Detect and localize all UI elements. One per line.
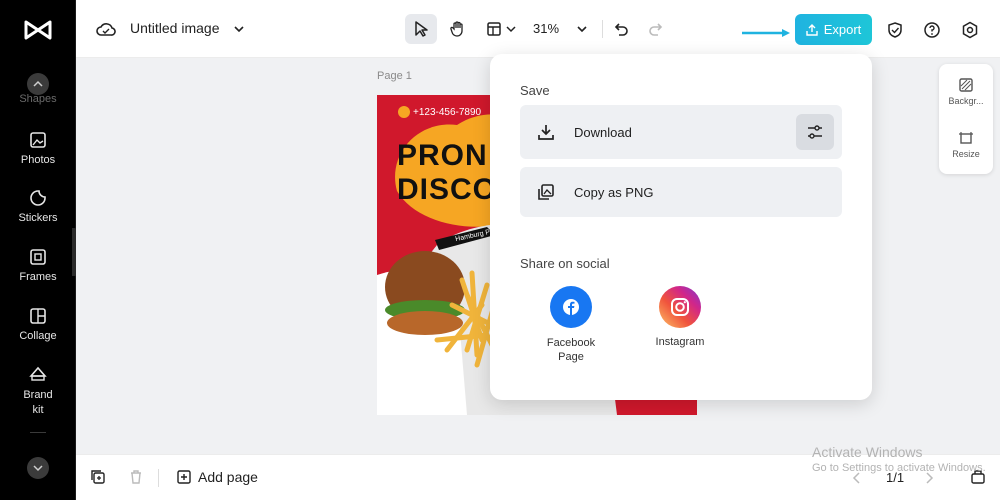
layout-icon (487, 22, 501, 36)
instagram-glyph (671, 298, 689, 316)
arrow-pointer-icon (742, 29, 790, 37)
scroll-up-button[interactable] (27, 73, 49, 95)
pointer-icon (415, 21, 428, 37)
top-toolbar: Untitled image 31% Export (76, 0, 1000, 58)
select-tool-button[interactable] (405, 14, 437, 44)
sidebar-item-label: Shapes (19, 93, 57, 105)
share-instagram[interactable]: Instagram (635, 286, 725, 348)
instagram-icon (659, 286, 701, 328)
frame-icon (30, 249, 46, 265)
left-sidebar: Shapes Photos Stickers Frames Collage Br… (0, 0, 76, 500)
zoom-level[interactable]: 31% (533, 21, 559, 36)
duplicate-page-icon[interactable] (90, 469, 106, 485)
settings-icon[interactable] (961, 21, 979, 39)
chevron-down-icon (506, 26, 516, 33)
right-tool-panel: Backgr... Resize (939, 64, 993, 174)
scroll-down-button[interactable] (27, 457, 49, 479)
chevron-down-icon (33, 465, 43, 472)
export-popup: Save Download Copy as PNG Share on socia… (490, 54, 872, 400)
poster-phone: +123-456-7890 (413, 107, 482, 118)
sidebar-item-stickers[interactable]: Stickers (0, 188, 76, 224)
copy-as-png-option[interactable]: Copy as PNG (520, 167, 842, 217)
sidebar-item-label: Collage (19, 330, 57, 342)
facebook-icon (550, 286, 592, 328)
photo-icon (30, 132, 46, 148)
background-tool[interactable]: Backgr... (939, 77, 993, 106)
resize-label: Resize (952, 149, 980, 159)
sidebar-divider (30, 432, 46, 433)
sidebar-item-collage[interactable]: Collage (0, 306, 76, 342)
help-icon[interactable] (923, 21, 941, 39)
undo-icon[interactable] (613, 21, 629, 37)
trash-icon[interactable] (128, 469, 144, 485)
bottom-divider (158, 469, 159, 487)
page-label: Page 1 (377, 70, 412, 82)
chevron-up-icon (33, 80, 43, 87)
add-page-label: Add page (198, 469, 258, 485)
download-option[interactable]: Download (520, 105, 842, 159)
instagram-label: Instagram (655, 336, 705, 348)
background-label: Backgr... (948, 96, 984, 106)
add-page-icon (177, 470, 191, 484)
layout-dropdown-button[interactable] (480, 14, 522, 44)
redo-icon[interactable] (648, 21, 664, 37)
windows-watermark-title: Activate Windows (812, 444, 923, 460)
sidebar-item-photos[interactable]: Photos (0, 130, 76, 166)
download-label: Download (574, 124, 632, 140)
bottom-bar: Add page 1/1 (76, 454, 1000, 500)
sidebar-item-label: Photos (20, 154, 56, 166)
title-chevron-down-icon[interactable] (233, 24, 245, 34)
sidebar-item-shapes[interactable]: Shapes (0, 93, 76, 105)
download-icon (538, 125, 554, 140)
share-heading: Share on social (520, 256, 610, 271)
document-title[interactable]: Untitled image (130, 20, 220, 36)
sidebar-item-label: Stickers (18, 212, 58, 224)
cloud-sync-icon[interactable] (96, 20, 116, 38)
save-heading: Save (520, 83, 550, 98)
sidebar-item-label: Brand kit (23, 389, 53, 416)
windows-watermark-subtitle: Go to Settings to activate Windows. (812, 462, 986, 474)
collage-icon (30, 308, 46, 324)
background-icon (959, 78, 973, 92)
resize-tool[interactable]: Resize (939, 130, 993, 159)
export-label: Export (823, 22, 862, 37)
sidebar-item-frames[interactable]: Frames (0, 247, 76, 283)
sliders-icon (808, 125, 822, 139)
brand-kit-icon (29, 366, 47, 381)
add-page-button[interactable]: Add page (176, 469, 258, 485)
sidebar-item-label: Frames (19, 271, 57, 283)
facebook-f-glyph (563, 299, 579, 315)
sticker-icon (30, 190, 46, 206)
hand-icon (450, 21, 463, 37)
capcut-logo-icon (24, 20, 52, 40)
share-facebook-page[interactable]: Facebook Page (526, 286, 616, 364)
toolbar-divider (602, 20, 603, 38)
copy-image-icon (538, 184, 554, 200)
hand-tool-button[interactable] (442, 14, 474, 44)
poster-headline-1: PRON (397, 139, 488, 172)
copy-as-png-label: Copy as PNG (574, 184, 654, 200)
download-settings-button[interactable] (796, 114, 834, 150)
facebook-label: Facebook Page (546, 337, 596, 363)
export-button[interactable]: Export (795, 14, 872, 45)
upload-icon (806, 23, 818, 36)
shield-icon[interactable] (886, 21, 904, 39)
zoom-chevron-down-icon[interactable] (576, 24, 588, 34)
resize-icon (959, 132, 973, 144)
sidebar-item-brand-kit[interactable]: Brand kit (0, 364, 76, 418)
poster-headline-2: DISCO (397, 173, 498, 206)
